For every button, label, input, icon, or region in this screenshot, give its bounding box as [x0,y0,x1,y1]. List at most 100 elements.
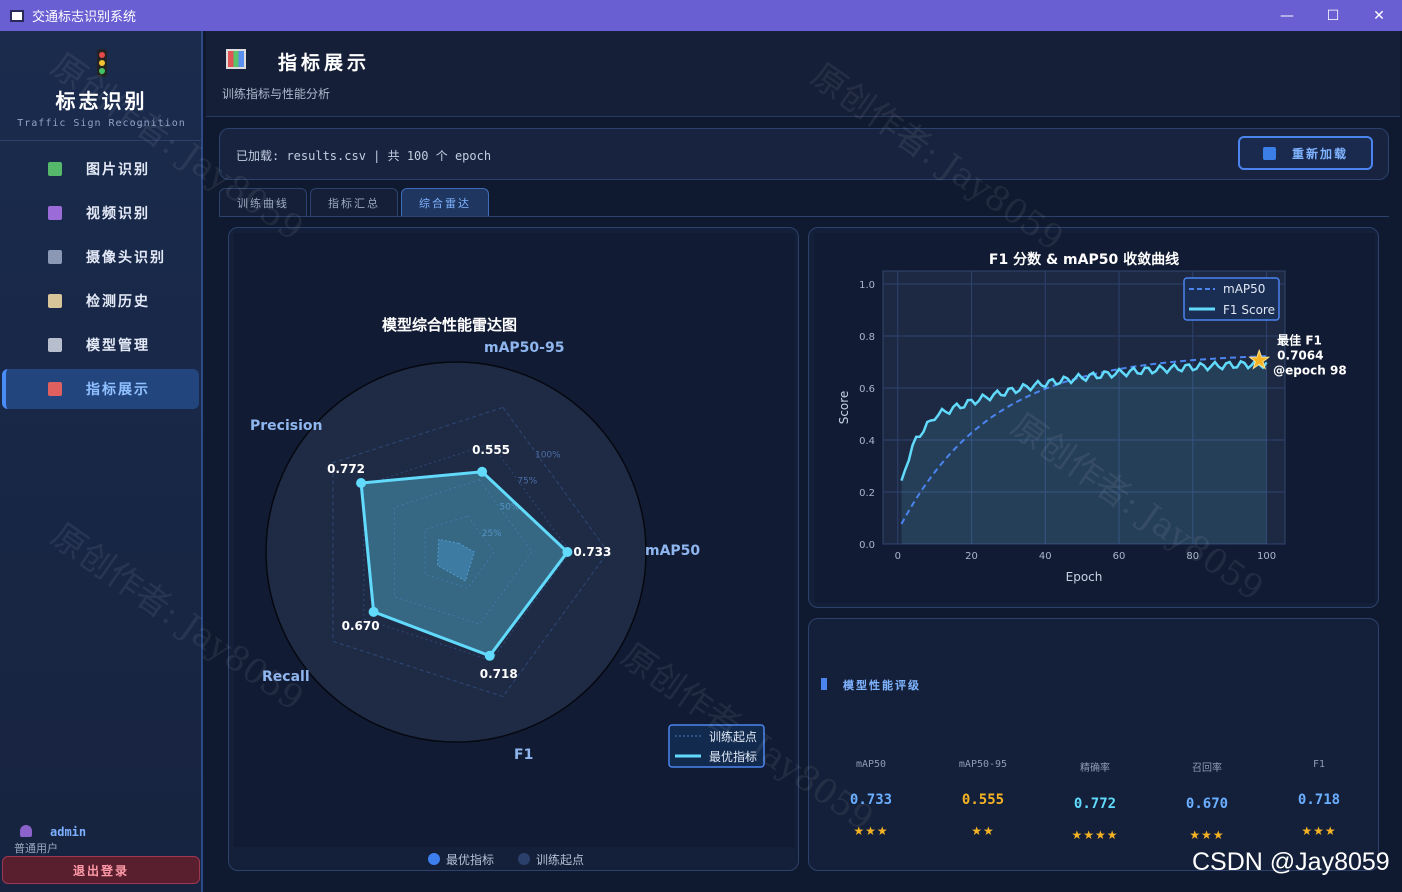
sidebar-item-4[interactable]: 模型管理 [2,325,199,365]
y-tick-label: 0.0 [859,540,875,551]
metric-value: 0.772 [1073,796,1117,812]
metric-label: mAP50 [855,759,887,770]
file-info-bar: 已加载: results.csv | 共 100 个 epoch 重新加载 [219,128,1389,180]
traffic-light-icon [96,49,107,77]
radar-axis-label: F1 [514,747,533,763]
tab-1[interactable]: 指标汇总 [310,188,398,216]
gear-icon [48,338,62,352]
x-tick-label: 20 [965,551,978,562]
metric-value: 0.718 [1297,792,1341,808]
image-icon [48,162,62,176]
user-avatar-icon [20,825,32,837]
bottom-legend-dot-start [518,853,530,865]
tab-bar: 训练曲线 指标汇总 综合雷达 [219,188,492,216]
radar-point [368,606,379,617]
y-tick-label: 0.2 [859,488,875,499]
sidebar-item-5[interactable]: 指标展示 [2,369,199,409]
sidebar: 标志识别 Traffic Sign Recognition 图片识别视频识别摄像… [0,31,203,892]
bottom-legend-label: 训练起点 [536,852,584,867]
radar-point [484,650,495,661]
radar-value-label: 0.718 [480,667,518,681]
refresh-icon [1262,146,1276,160]
radar-legend-label: 训练起点 [709,729,757,744]
bottom-legend-dot-best [428,853,440,865]
logo: 标志识别 Traffic Sign Recognition [0,49,203,129]
window-titlebar: 交通标志识别系统 — ☐ ✕ [0,0,1402,31]
metric-label: mAP50-95 [958,759,1008,770]
best-f1-annotation: @epoch 98 [1273,363,1347,377]
close-button[interactable]: ✕ [1356,0,1402,31]
rating-title: 模型性能评级 [821,677,921,693]
sidebar-item-label: 指标展示 [86,382,150,398]
section-marker [821,678,827,690]
bottom-legend-label: 最优指标 [446,852,494,867]
radar-point [477,466,488,477]
file-info-text: 已加载: results.csv | 共 100 个 epoch [236,149,492,163]
radar-value-label: 0.555 [472,443,510,457]
radar-axis-label: mAP50 [645,543,700,559]
sidebar-item-label: 摄像头识别 [86,250,166,266]
window-title: 交通标志识别系统 [32,10,137,25]
sidebar-item-1[interactable]: 视频识别 [2,193,199,233]
metric-stars: ★★★ [1189,828,1225,842]
y-tick-label: 0.4 [859,436,875,447]
performance-rating-panel: 模型性能评级 mAP50 0.733 ★★★ mAP50-95 0.555 ★★ 精确率 0.… [808,618,1379,871]
reload-button[interactable]: 重新加载 [1238,136,1373,170]
bar-chart-icon [48,382,62,396]
logout-button[interactable]: 退出登录 [2,856,200,884]
clipboard-icon [48,294,62,308]
page-title: 指标展示 [278,52,371,74]
bar-chart-icon [226,49,246,69]
sidebar-divider [0,140,201,141]
metric-label: 召回率 [1192,763,1222,774]
clapper-icon [48,206,62,220]
metric-card: 召回率 0.670 ★★★ [1151,759,1263,842]
radar-panel: 25%50%75%100%0.5550.7330.7180.6700.772mA… [228,227,799,871]
x-tick-label: 60 [1113,551,1126,562]
metric-stars: ★★★ [853,824,889,838]
radar-legend-label: 最优指标 [709,749,757,764]
reload-label: 重新加载 [1291,146,1348,161]
y-tick-label: 0.6 [859,384,875,395]
y-axis-label: Score [837,391,851,425]
radar-point [562,547,573,557]
radar-ring-label: 100% [535,450,561,460]
sidebar-item-label: 图片识别 [86,162,150,178]
tab-2[interactable]: 综合雷达 [401,188,489,216]
metric-stars: ★★ [971,824,995,838]
metric-value: 0.555 [961,792,1005,808]
sidebar-item-3[interactable]: 检测历史 [2,281,199,321]
metric-stars: ★★★ [1301,824,1337,838]
radar-value-label: 0.733 [573,545,611,559]
sidebar-item-2[interactable]: 摄像头识别 [2,237,199,277]
sidebar-item-label: 检测历史 [86,294,150,310]
radar-value-label: 0.670 [342,619,380,633]
radar-axis-label: mAP50-95 [484,340,564,356]
logo-title: 标志识别 [55,89,148,113]
user-role: 普通用户 [14,842,58,855]
tab-0[interactable]: 训练曲线 [219,188,307,216]
line-legend-label: mAP50 [1223,282,1265,296]
x-tick-label: 40 [1039,551,1052,562]
metric-value: 0.733 [849,792,893,808]
x-tick-label: 0 [895,551,901,562]
csdn-watermark: CSDN @Jay8059 [1192,848,1390,876]
metric-label: F1 [1312,759,1326,770]
app-icon [10,9,24,22]
metric-card: mAP50 0.733 ★★★ [815,759,927,842]
metric-value: 0.670 [1185,796,1229,812]
radar-point [356,478,367,489]
x-tick-label: 80 [1186,551,1199,562]
sidebar-item-label: 模型管理 [86,338,150,354]
metric-card: mAP50-95 0.555 ★★ [927,759,1039,842]
metric-list: mAP50 0.733 ★★★ mAP50-95 0.555 ★★ 精确率 0.772 ★★★★… [815,759,1375,842]
metric-stars: ★★★★ [1071,828,1119,842]
metric-label: 精确率 [1080,763,1110,774]
sidebar-item-label: 视频识别 [86,206,150,222]
radar-axis-label: Recall [262,669,310,685]
x-tick-label: 100 [1257,551,1276,562]
user-info: admin 普通用户 [14,825,86,856]
sidebar-item-0[interactable]: 图片识别 [2,149,199,189]
maximize-button[interactable]: ☐ [1310,0,1356,31]
minimize-button[interactable]: — [1264,0,1310,31]
